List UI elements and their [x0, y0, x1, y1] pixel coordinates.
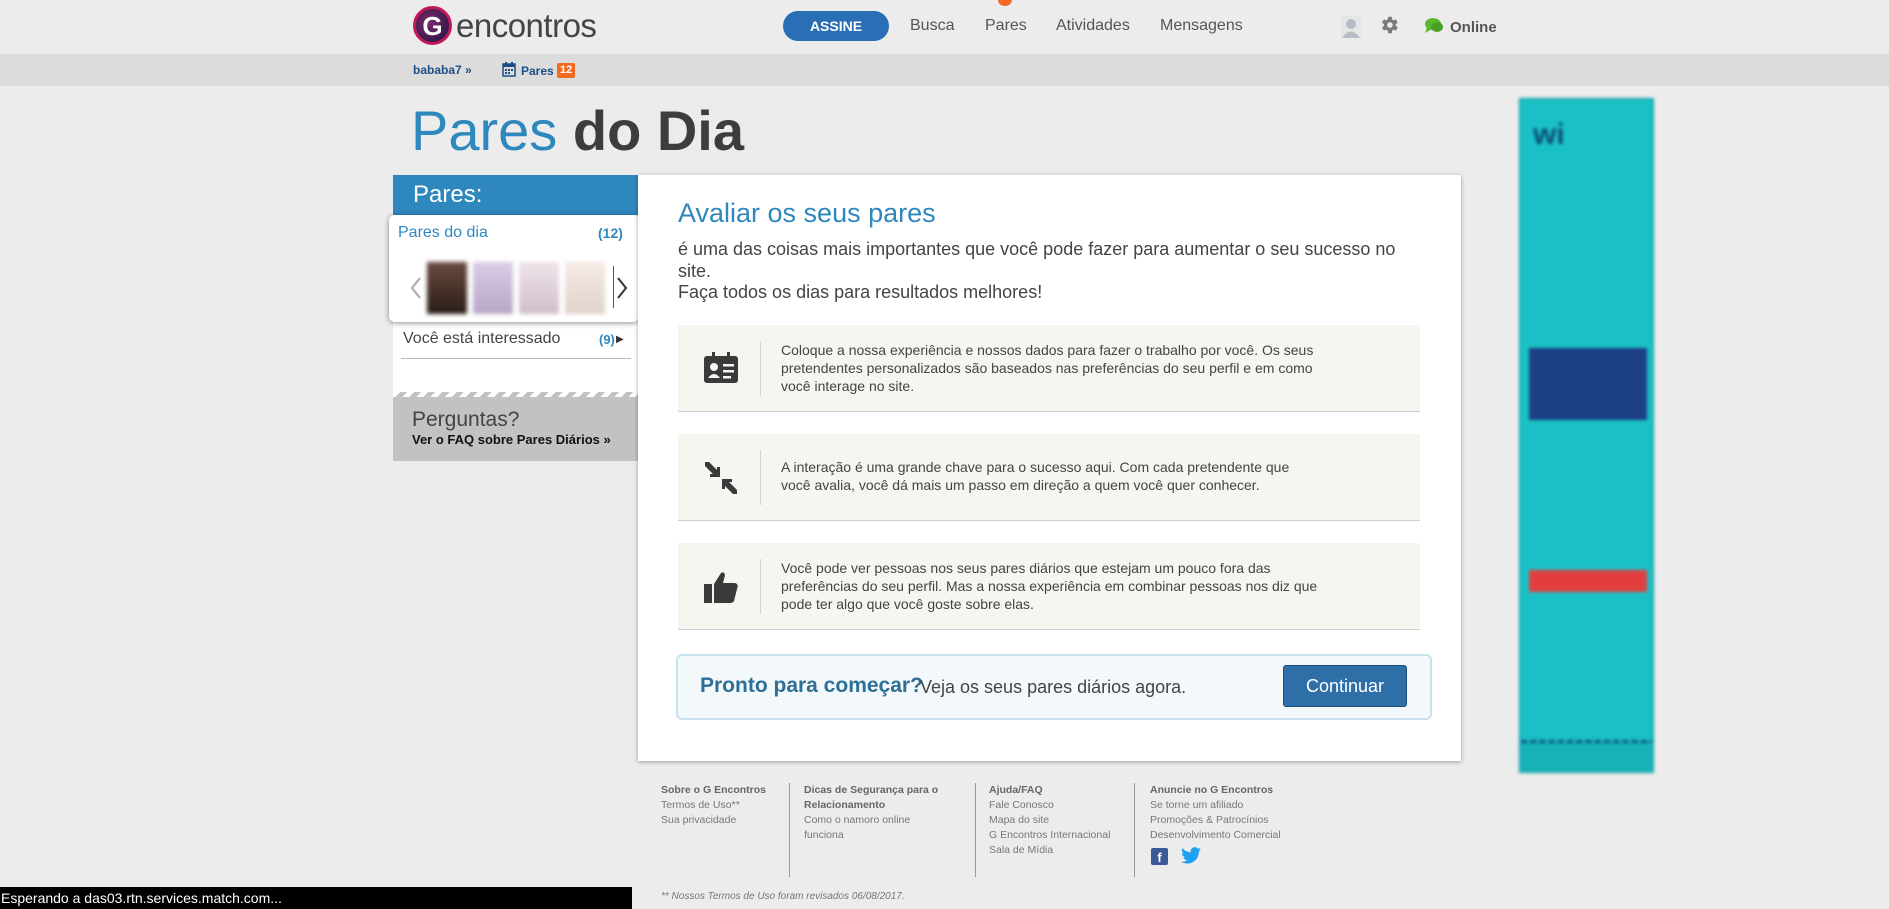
daily-matches-count: (12) — [598, 225, 623, 241]
ad-footer — [1521, 740, 1652, 771]
ad-image — [1529, 348, 1647, 420]
feature-divider — [760, 450, 761, 505]
logo[interactable]: G encontros — [413, 6, 597, 45]
page-title-part2: do Dia — [572, 99, 744, 162]
gear-icon[interactable] — [1378, 14, 1400, 36]
sidebar-heading: Pares: — [393, 175, 638, 215]
profile-icon[interactable] — [1341, 16, 1361, 38]
feature-row: A interação é uma grande chave para o su… — [678, 434, 1420, 521]
footer-column: Ajuda/FAQ Fale Conosco Mapa do site G En… — [989, 783, 1129, 858]
faq-question: Perguntas? — [412, 408, 520, 431]
daily-matches-label[interactable]: Pares do dia — [398, 224, 488, 242]
footer-link[interactable]: Sua privacidade — [661, 813, 786, 828]
match-thumbnails — [427, 262, 612, 314]
advertisement-banner[interactable]: wi — [1519, 98, 1654, 773]
chevron-right-icon[interactable] — [616, 277, 628, 299]
footer-heading[interactable]: Anuncie no G Encontros — [1150, 783, 1310, 798]
interested-count: (9) — [599, 332, 615, 347]
ad-button[interactable] — [1529, 570, 1647, 592]
footer-column: Anuncie no G Encontros Se torne um afili… — [1150, 783, 1310, 843]
footer-column: Dicas de Segurança para o Relacionamento… — [804, 783, 964, 843]
matches-count-badge: 12 — [557, 63, 576, 78]
footer-link[interactable]: Desenvolvimento Comercial — [1150, 828, 1310, 843]
main-title: Avaliar os seus pares — [678, 198, 936, 228]
cta-heading: Pronto para começar? — [700, 674, 923, 697]
faq-link[interactable]: Ver o FAQ sobre Pares Diários » — [412, 432, 611, 447]
interested-link[interactable]: Você está interessado — [403, 330, 560, 348]
browser-status-bar: Esperando a das03.rtn.services.match.com… — [0, 887, 632, 909]
footer-link[interactable]: Sala de Mídia — [989, 843, 1129, 858]
divider — [401, 358, 631, 359]
feature-row: Coloque a nossa experiência e nossos dad… — [678, 325, 1420, 412]
calendar-icon — [502, 62, 516, 77]
match-thumbnail[interactable] — [473, 262, 513, 314]
matches-link[interactable]: Pares — [521, 64, 554, 78]
match-thumbnail[interactable] — [427, 262, 467, 314]
id-card-icon — [704, 352, 738, 383]
thumbs-up-icon — [704, 572, 738, 603]
chevron-left-icon[interactable] — [410, 277, 422, 299]
footer-note: ** Nossos Termos de Uso foram revisados … — [661, 891, 905, 902]
nav-activities[interactable]: Atividades — [1056, 17, 1130, 35]
feature-row: Você pode ver pessoas nos seus pares diá… — [678, 543, 1420, 630]
facebook-icon[interactable]: f — [1151, 848, 1168, 865]
footer-heading[interactable]: Sobre o G Encontros — [661, 783, 786, 798]
feature-text: A interação é uma grande chave para o su… — [781, 459, 1290, 493]
feature-divider — [760, 341, 761, 396]
triangle-right-icon: ▶ — [616, 334, 624, 345]
footer-link[interactable]: Termos de Uso** — [661, 798, 786, 813]
footer-link[interactable]: Promoções & Patrocínios — [1150, 813, 1310, 828]
continue-button[interactable]: Continuar — [1283, 665, 1407, 707]
match-thumbnail[interactable] — [565, 262, 605, 314]
footer-heading[interactable]: Ajuda/FAQ — [989, 783, 1129, 798]
footer-divider — [789, 783, 790, 877]
nav-search[interactable]: Busca — [910, 17, 954, 35]
online-status[interactable]: Online — [1450, 19, 1497, 36]
page-title-part1: Pares — [411, 99, 558, 162]
page-title: Pares do Dia — [411, 98, 744, 164]
carousel-divider — [613, 266, 614, 308]
chat-icon[interactable] — [1424, 17, 1444, 35]
footer-link[interactable]: G Encontros Internacional — [989, 828, 1129, 843]
feature-text: Coloque a nossa experiência e nossos dad… — [781, 342, 1314, 394]
match-thumbnail[interactable] — [519, 262, 559, 314]
secondary-bar — [0, 54, 1889, 86]
footer-divider — [1134, 783, 1135, 877]
main-subtitle: é uma das coisas mais importantes que vo… — [678, 239, 1396, 281]
cta-text: Veja os seus pares diários agora. — [920, 677, 1187, 697]
nav-messages[interactable]: Mensagens — [1160, 17, 1243, 35]
footer-link[interactable]: Fale Conosco — [989, 798, 1129, 813]
main-subtitle-2: Faça todos os dias para resultados melho… — [678, 282, 1043, 302]
footer-link[interactable]: Mapa do site — [989, 813, 1129, 828]
footer-link[interactable]: Como o namoro online funciona — [804, 813, 924, 843]
subscribe-button[interactable]: ASSINE — [783, 11, 889, 41]
username-link[interactable]: bababa7 » — [413, 63, 472, 77]
feature-text: Você pode ver pessoas nos seus pares diá… — [781, 560, 1318, 612]
twitter-icon[interactable] — [1180, 847, 1202, 865]
nav-matches[interactable]: Pares — [985, 17, 1027, 35]
footer-divider — [975, 783, 976, 877]
footer-column: Sobre o G Encontros Termos de Uso** Sua … — [661, 783, 786, 828]
logo-text: encontros — [456, 6, 597, 44]
compress-arrows-icon — [705, 462, 737, 494]
ad-logo: wi — [1533, 118, 1565, 151]
feature-divider — [760, 559, 761, 614]
footer-link[interactable]: Se torne um afiliado — [1150, 798, 1310, 813]
footer-heading[interactable]: Dicas de Segurança para o Relacionamento — [804, 783, 964, 813]
logo-mark: G — [413, 6, 452, 45]
